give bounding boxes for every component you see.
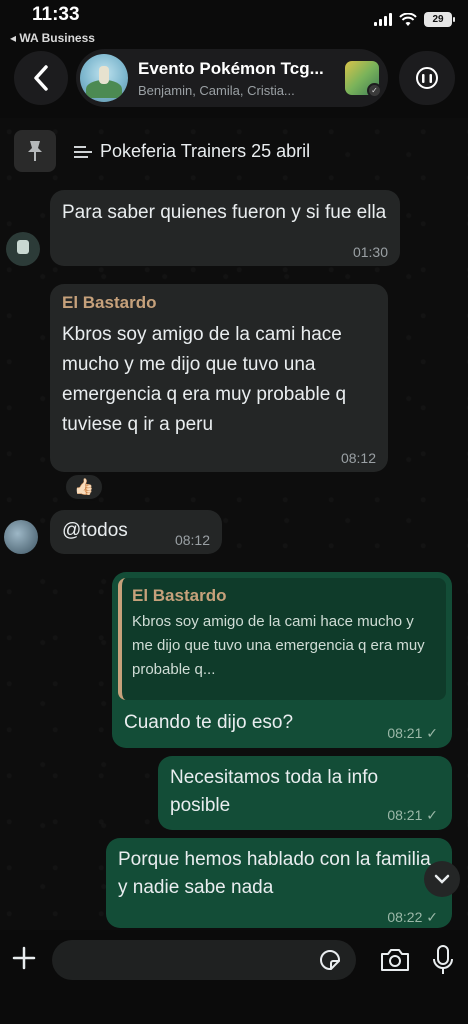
avatar[interactable] <box>4 520 38 554</box>
camera-button[interactable] <box>378 944 412 976</box>
chat-title: Evento Pokémon Tcg... <box>138 59 324 78</box>
message-bubble[interactable]: Porque hemos hablado con la familia y na… <box>106 838 452 928</box>
message-time: 08:12 <box>174 532 210 548</box>
message-text: Porque hemos hablado con la familia y na… <box>118 849 431 898</box>
camera-icon <box>381 949 409 971</box>
message-time: 08:22 ✓ <box>387 909 438 925</box>
sender-name[interactable]: El Bastardo <box>62 292 376 314</box>
status-time: 11:33 <box>32 4 80 25</box>
chevron-down-icon <box>434 874 450 884</box>
message-time: 08:21 ✓ <box>387 807 438 823</box>
quoted-text: Kbros soy amigo de la cami hace mucho y … <box>132 613 425 678</box>
pinned-message[interactable]: Pokeferia Trainers 25 abril <box>74 141 310 162</box>
quoted-message[interactable]: El Bastardo Kbros soy amigo de la cami h… <box>118 578 446 700</box>
group-avatar[interactable] <box>80 54 128 102</box>
sticker-icon <box>319 950 340 970</box>
wifi-icon <box>399 12 417 26</box>
message-text: Para saber quienes fueron y si fue ella <box>62 202 387 223</box>
scroll-down-button[interactable] <box>424 861 460 897</box>
message-bubble[interactable]: El Bastardo Kbros soy amigo de la cami h… <box>112 572 452 748</box>
battery-icon: 29 <box>424 12 455 27</box>
sticker-button[interactable] <box>316 946 344 974</box>
message-bubble[interactable]: Necesitamos toda la info posible 08:21 ✓ <box>158 756 452 830</box>
message-bubble[interactable]: El Bastardo Kbros soy amigo de la cami h… <box>50 284 388 472</box>
chat-participants: Benjamin, Camila, Cristia... <box>138 83 295 98</box>
phone-icon <box>416 67 438 89</box>
status-icons: 29 <box>374 12 455 27</box>
composer-bar <box>0 930 468 1024</box>
plus-icon <box>12 946 36 970</box>
message-text: Cuando te dijo eso? <box>124 712 294 733</box>
attach-button[interactable] <box>8 938 40 978</box>
voice-message-button[interactable] <box>428 942 458 978</box>
pinned-message-text: Pokeferia Trainers 25 abril <box>100 141 311 161</box>
message-time: 08:21 ✓ <box>387 725 438 741</box>
list-icon <box>74 145 92 158</box>
back-to-app-link[interactable]: ◂ WA Business <box>10 31 95 45</box>
reaction-badge[interactable]: 👍🏻 <box>64 473 104 501</box>
avatar[interactable] <box>6 232 40 266</box>
microphone-icon <box>433 945 453 974</box>
message-bubble[interactable]: @todos 08:12 <box>50 510 222 554</box>
message-input[interactable] <box>52 940 356 980</box>
message-time: 08:12 <box>340 450 376 466</box>
pinned-button[interactable] <box>14 130 56 172</box>
message-text: Kbros soy amigo de la cami hace mucho y … <box>62 324 347 435</box>
check-badge-icon: ✓ <box>367 83 382 98</box>
back-button[interactable] <box>14 51 68 105</box>
signal-icon <box>374 13 392 26</box>
back-chevron-icon <box>34 65 48 91</box>
community-thumbnail[interactable]: ✓ <box>345 61 382 98</box>
chat-header: Evento Pokémon Tcg... Benjamin, Camila, … <box>0 48 468 108</box>
pin-icon <box>28 141 42 161</box>
call-button[interactable] <box>399 51 455 105</box>
chat-info-button[interactable]: Evento Pokémon Tcg... Benjamin, Camila, … <box>76 49 388 107</box>
quoted-sender: El Bastardo <box>132 586 227 605</box>
message-time: 01:30 <box>352 244 388 260</box>
message-bubble[interactable]: Para saber quienes fueron y si fue ella … <box>50 190 400 266</box>
